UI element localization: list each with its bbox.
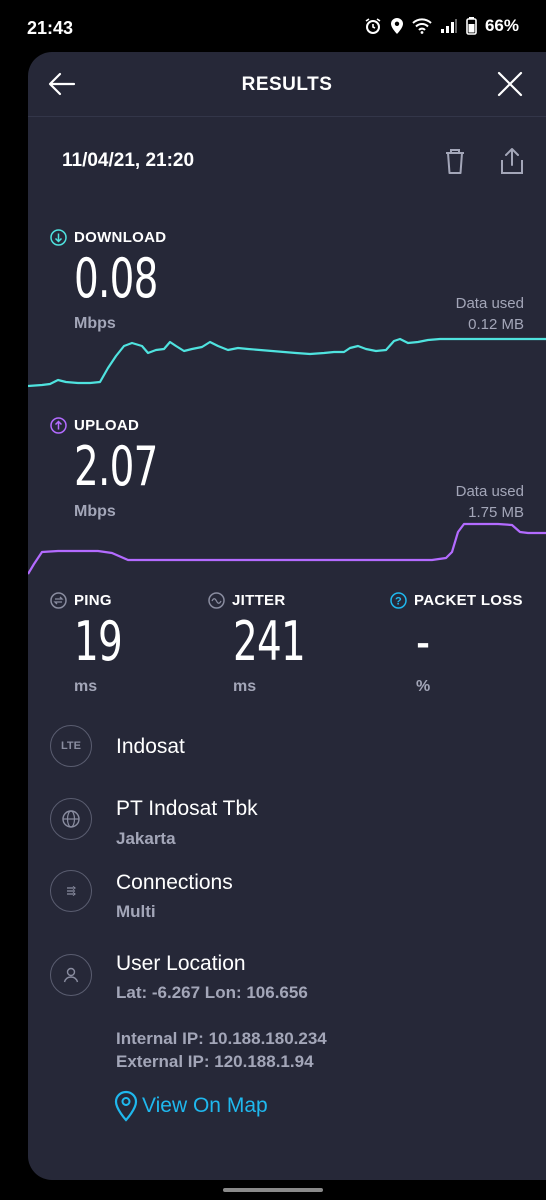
share-icon[interactable] bbox=[498, 146, 526, 176]
jitter-label: JITTER bbox=[208, 592, 285, 609]
provider-city: Jakarta bbox=[116, 829, 176, 848]
svg-text:?: ? bbox=[395, 596, 402, 608]
download-graph bbox=[28, 337, 546, 388]
packet-loss-unit: % bbox=[416, 678, 431, 695]
upload-label: UPLOAD bbox=[50, 417, 139, 434]
trash-icon[interactable] bbox=[442, 146, 468, 176]
results-sheet: RESULTS 11/04/21, 21:20 DOWNLOAD 0.08 Mb… bbox=[28, 52, 546, 1180]
result-datetime: 11/04/21, 21:20 bbox=[62, 150, 195, 171]
provider-name: PT Indosat Tbk bbox=[116, 797, 258, 820]
packet-loss-value: - bbox=[416, 610, 430, 673]
download-value: 0.08 bbox=[74, 247, 158, 310]
download-arrow-icon bbox=[50, 229, 67, 246]
ping-label-text: PING bbox=[74, 592, 112, 609]
user-icon bbox=[50, 954, 92, 996]
ping-unit: ms bbox=[74, 678, 98, 695]
lte-icon-text: LTE bbox=[61, 740, 81, 752]
close-icon[interactable] bbox=[494, 68, 526, 100]
status-time: 21:43 bbox=[27, 18, 74, 38]
internal-ip: Internal IP: 10.188.180.234 bbox=[116, 1029, 327, 1048]
packet-loss-label-text: PACKET LOSS bbox=[414, 592, 523, 609]
location-icon bbox=[390, 18, 403, 34]
lte-icon: LTE bbox=[50, 725, 92, 767]
jitter-value: 241 bbox=[233, 610, 306, 673]
location-coords: Lat: -6.267 Lon: 106.656 bbox=[116, 983, 308, 1002]
ping-label: PING bbox=[50, 592, 112, 609]
jitter-label-text: JITTER bbox=[232, 592, 286, 609]
upload-label-text: UPLOAD bbox=[74, 417, 140, 434]
battery-icon bbox=[466, 17, 477, 35]
status-bar: 21:43 66% bbox=[0, 0, 546, 56]
carrier-name: Indosat bbox=[116, 735, 185, 758]
connections-icon bbox=[50, 870, 92, 912]
location-title: User Location bbox=[116, 952, 246, 975]
view-on-map-link[interactable]: View On Map bbox=[114, 1090, 268, 1122]
map-pin-icon bbox=[114, 1090, 138, 1122]
globe-icon bbox=[50, 798, 92, 840]
battery-level: 66% bbox=[484, 16, 519, 35]
external-ip: External IP: 120.188.1.94 bbox=[116, 1052, 314, 1071]
connections-value: Multi bbox=[116, 902, 156, 921]
view-on-map-label: View On Map bbox=[142, 1094, 268, 1117]
alarm-icon bbox=[365, 18, 381, 34]
download-label: DOWNLOAD bbox=[50, 229, 166, 246]
upload-data-used-label: Data used bbox=[455, 483, 524, 500]
ping-value: 19 bbox=[74, 610, 123, 673]
gesture-handle[interactable] bbox=[223, 1188, 323, 1192]
header: RESULTS bbox=[28, 52, 546, 117]
help-icon[interactable]: ? bbox=[390, 592, 407, 609]
upload-graph-line bbox=[28, 522, 546, 575]
jitter-icon bbox=[208, 592, 225, 609]
jitter-unit: ms bbox=[233, 678, 257, 695]
download-data-used-label: Data used bbox=[455, 295, 524, 312]
connections-title: Connections bbox=[116, 871, 233, 894]
status-icons: 66% bbox=[364, 16, 519, 36]
download-graph-line bbox=[28, 337, 546, 388]
wifi-icon bbox=[412, 18, 432, 34]
upload-value: 2.07 bbox=[74, 435, 158, 498]
upload-arrow-icon bbox=[50, 417, 67, 434]
navigation-bar bbox=[0, 1180, 546, 1200]
packet-loss-label[interactable]: ? PACKET LOSS bbox=[390, 592, 523, 609]
signal-icon bbox=[440, 19, 457, 33]
upload-graph bbox=[28, 522, 546, 575]
ping-icon bbox=[50, 592, 67, 609]
page-title: RESULTS bbox=[241, 74, 333, 95]
download-label-text: DOWNLOAD bbox=[74, 229, 167, 246]
